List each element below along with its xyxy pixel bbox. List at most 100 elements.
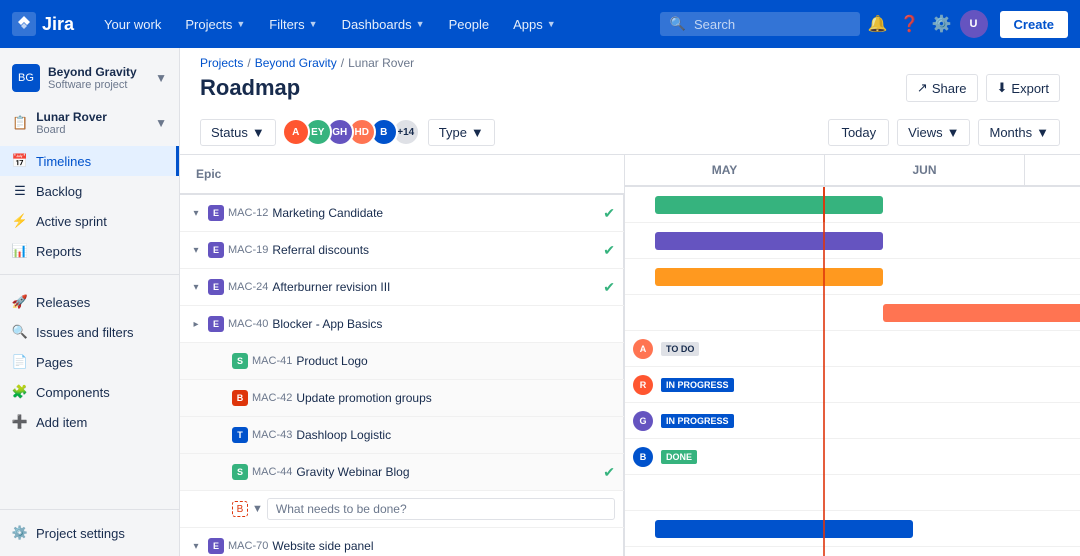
settings-icon[interactable]: ⚙️: [928, 10, 956, 38]
breadcrumb-projects[interactable]: Projects: [200, 56, 243, 70]
search-input[interactable]: [694, 17, 850, 32]
epic-name[interactable]: Marketing Candidate: [272, 206, 599, 220]
notifications-icon[interactable]: 🔔: [864, 10, 892, 38]
apps-nav[interactable]: Apps ▼: [503, 13, 566, 36]
breadcrumb-project[interactable]: Beyond Gravity: [255, 56, 337, 70]
project-expand-icon[interactable]: ▼: [155, 71, 167, 85]
month-jul: JUL: [1025, 155, 1080, 185]
your-work-nav[interactable]: Your work: [94, 13, 171, 36]
export-button[interactable]: ⬇ Export: [986, 74, 1060, 102]
status-badge: IN PROGRESS: [661, 378, 734, 392]
type-filter[interactable]: Type ▼: [428, 119, 495, 146]
releases-icon: 🚀: [12, 294, 28, 310]
search-bar[interactable]: 🔍: [660, 12, 860, 36]
epic-name[interactable]: Website side panel: [272, 539, 615, 553]
share-button[interactable]: ↗ Share: [906, 74, 978, 102]
top-navigation: Jira Your work Projects ▼ Filters ▼ Dash…: [0, 0, 1080, 48]
components-icon: 🧩: [12, 384, 28, 400]
sidebar-item-project-settings[interactable]: ⚙️ Project settings: [0, 518, 179, 548]
sidebar-item-pages[interactable]: 📄 Pages: [0, 347, 179, 377]
sub-avatar: A: [633, 339, 653, 359]
sidebar-item-active-sprint[interactable]: ⚡ Active sprint: [0, 206, 179, 236]
gantt-bar[interactable]: [655, 268, 883, 286]
add-child-input[interactable]: [267, 498, 615, 520]
epic-list: ▾ E MAC-12 Marketing Candidate ✔ ▾ E MAC…: [180, 195, 624, 556]
epic-row: ▾ E MAC-19 Referral discounts ✔: [180, 232, 624, 269]
gantt-bar[interactable]: [655, 232, 883, 250]
sub-type-icon: S: [232, 464, 248, 480]
sub-name[interactable]: Product Logo: [296, 354, 615, 368]
people-nav[interactable]: People: [439, 13, 499, 36]
sidebar-item-reports[interactable]: 📊 Reports: [0, 236, 179, 266]
filters-nav[interactable]: Filters ▼: [259, 13, 327, 36]
export-icon: ⬇: [997, 80, 1008, 96]
sidebar-divider-1: [0, 274, 179, 275]
search-icon: 🔍: [670, 16, 686, 32]
epic-expand-icon[interactable]: ▾: [188, 242, 204, 258]
gantt-bar[interactable]: [655, 520, 913, 538]
status-chevron: ▼: [252, 125, 265, 140]
board-item[interactable]: 📋 Lunar Rover Board ▼: [0, 104, 179, 142]
epic-col-header: Epic: [196, 167, 221, 181]
project-settings-label: Project settings: [36, 526, 125, 541]
jira-logo[interactable]: Jira: [12, 12, 74, 36]
epic-expand-icon[interactable]: ▾: [188, 205, 204, 221]
sidebar-item-timelines[interactable]: 📅 Timelines: [0, 146, 179, 176]
user-avatar[interactable]: U: [960, 10, 988, 38]
share-icon: ↗: [917, 80, 928, 96]
sub-name[interactable]: Update promotion groups: [296, 391, 615, 405]
sub-type-icon: T: [232, 427, 248, 443]
epic-name[interactable]: Referral discounts: [272, 243, 599, 257]
sub-row: T MAC-43 Dashloop Logistic: [180, 417, 624, 454]
create-button[interactable]: Create: [1000, 11, 1068, 38]
gantt-bar[interactable]: [655, 196, 883, 214]
epic-name[interactable]: Afterburner revision III: [272, 280, 599, 294]
gantt-rows: ATO DORIN PROGRESSGIN PROGRESSBDONE: [625, 187, 1080, 556]
epic-expand-icon[interactable]: ▾: [188, 279, 204, 295]
sidebar-item-issues[interactable]: 🔍 Issues and filters: [0, 317, 179, 347]
epic-expand-icon[interactable]: ▾: [188, 538, 204, 554]
timelines-icon: 📅: [12, 153, 28, 169]
month-may: MAY: [625, 155, 825, 185]
sidebar-item-releases[interactable]: 🚀 Releases: [0, 287, 179, 317]
dashboards-nav[interactable]: Dashboards ▼: [332, 13, 435, 36]
epic-name[interactable]: Blocker - App Basics: [272, 317, 615, 331]
sub-name[interactable]: Dashloop Logistic: [296, 428, 615, 442]
epic-id: MAC-19: [228, 244, 268, 256]
epic-left: ▾ E MAC-19 Referral discounts ✔: [180, 232, 624, 268]
done-icon: ✔: [603, 205, 615, 222]
months-chevron: ▼: [1036, 125, 1049, 140]
sidebar-item-backlog[interactable]: ☰ Backlog: [0, 176, 179, 206]
sidebar-item-add-item[interactable]: ➕ Add item: [0, 407, 179, 437]
sidebar-item-components[interactable]: 🧩 Components: [0, 377, 179, 407]
avatar-1[interactable]: A: [282, 118, 310, 146]
sub-avatar: G: [633, 411, 653, 431]
epic-type-icon: E: [208, 279, 224, 295]
epic-expand-icon[interactable]: ▸: [188, 316, 204, 332]
board-expand-icon[interactable]: ▼: [155, 116, 167, 130]
months-button[interactable]: Months ▼: [978, 119, 1060, 146]
sub-name[interactable]: Gravity Webinar Blog: [296, 465, 599, 479]
main-content: Projects / Beyond Gravity / Lunar Rover …: [180, 48, 1080, 556]
sub-left: S MAC-41 Product Logo: [180, 343, 624, 379]
views-button[interactable]: Views ▼: [897, 119, 970, 146]
epic-row: ▾ E MAC-70 Website side panel: [180, 528, 624, 556]
project-header: BG Beyond Gravity Software project ▼: [0, 56, 179, 104]
sub-row: S MAC-41 Product Logo: [180, 343, 624, 380]
projects-chevron: ▼: [236, 19, 245, 29]
apps-chevron: ▼: [547, 19, 556, 29]
projects-nav[interactable]: Projects ▼: [175, 13, 255, 36]
toolbar: Status ▼ A EY GH HD B +14 Type ▼ Today V…: [180, 110, 1080, 155]
gantt-bar[interactable]: [883, 304, 1080, 322]
sub-left: T MAC-43 Dashloop Logistic: [180, 417, 624, 453]
issues-label: Issues and filters: [36, 325, 134, 340]
settings-nav-icon: ⚙️: [12, 525, 28, 541]
timeline-today-line: [823, 187, 825, 222]
status-filter[interactable]: Status ▼: [200, 119, 276, 146]
sidebar-nav-2: 🚀 Releases 🔍 Issues and filters 📄 Pages …: [0, 287, 179, 437]
help-icon[interactable]: ❓: [896, 10, 924, 38]
add-item-label: Add item: [36, 415, 87, 430]
add-chevron[interactable]: ▼: [252, 503, 263, 515]
today-button[interactable]: Today: [828, 119, 889, 146]
epic-left: ▾ E MAC-12 Marketing Candidate ✔: [180, 195, 624, 231]
